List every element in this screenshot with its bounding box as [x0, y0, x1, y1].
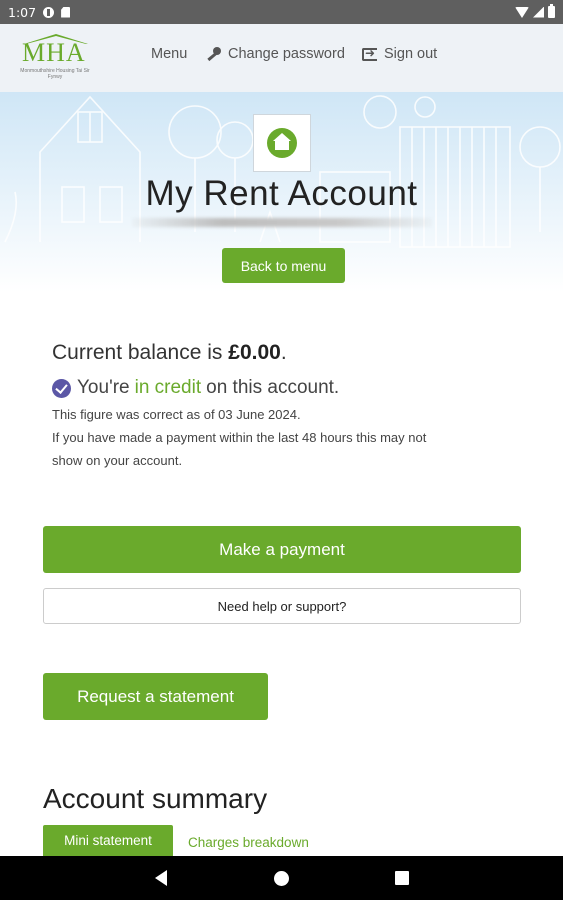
balance-suffix: . [280, 341, 287, 364]
balance-prefix: Current balance is [52, 341, 229, 364]
nav-menu[interactable]: Menu [130, 46, 187, 62]
balance-amount: £0.00 [228, 341, 281, 364]
check-circle-icon [52, 378, 71, 398]
payment-note-line-1: If you have made a payment within the la… [52, 430, 427, 445]
credit-suffix: on this account. [206, 377, 340, 398]
status-time: 1:07 [8, 4, 37, 20]
page-title: My Rent Account [145, 174, 418, 213]
house-icon [267, 128, 297, 158]
nav-sign-out[interactable]: Sign out [362, 46, 437, 62]
balance-date-note: This figure was correct as of 03 June 20… [52, 407, 301, 422]
back-to-menu-button[interactable]: Back to menu [222, 248, 345, 283]
title-underline [132, 218, 432, 227]
back-icon[interactable] [155, 870, 167, 886]
credit-status: You're in credit on this account. [52, 377, 339, 399]
make-payment-button[interactable]: Make a payment [43, 526, 521, 573]
credit-highlight: in credit [134, 377, 202, 398]
tab-charges-breakdown[interactable]: Charges breakdown [188, 835, 309, 850]
sign-out-icon [362, 46, 377, 61]
nav-change-password[interactable]: Change password [205, 46, 345, 62]
status-bar: 1:07 [0, 0, 563, 24]
home-icon[interactable] [274, 871, 289, 886]
account-summary-heading: Account summary [43, 783, 268, 814]
sd-card-icon [61, 6, 71, 18]
nav-change-password-label: Change password [228, 46, 345, 62]
tab-mini-statement[interactable]: Mini statement [43, 825, 173, 856]
current-balance: Current balance is £0.00. [52, 341, 287, 365]
top-navigation: MHA Monmouthshire Housing Tai Sir Fynwy … [0, 24, 563, 92]
recent-apps-icon[interactable] [395, 871, 409, 885]
signal-icon [533, 6, 544, 18]
key-icon [205, 47, 221, 61]
hero-icon-card [253, 114, 311, 172]
request-statement-button[interactable]: Request a statement [43, 673, 268, 720]
battery-icon [548, 4, 555, 18]
nav-sign-out-label: Sign out [384, 46, 438, 62]
help-support-button[interactable]: Need help or support? [43, 588, 521, 624]
system-navigation-bar [0, 856, 563, 900]
mha-logo[interactable]: MHA Monmouthshire Housing Tai Sir Fynwy [14, 32, 96, 84]
logo-tagline: Monmouthshire Housing Tai Sir Fynwy [20, 68, 90, 80]
wifi-icon [515, 6, 529, 18]
nav-menu-label: Menu [151, 46, 188, 62]
notification-icon [43, 6, 55, 18]
logo-mark: MHA [22, 38, 86, 67]
payment-note-line-2: show on your account. [52, 453, 183, 468]
credit-prefix: You're [77, 377, 130, 398]
grid-icon [130, 47, 144, 61]
